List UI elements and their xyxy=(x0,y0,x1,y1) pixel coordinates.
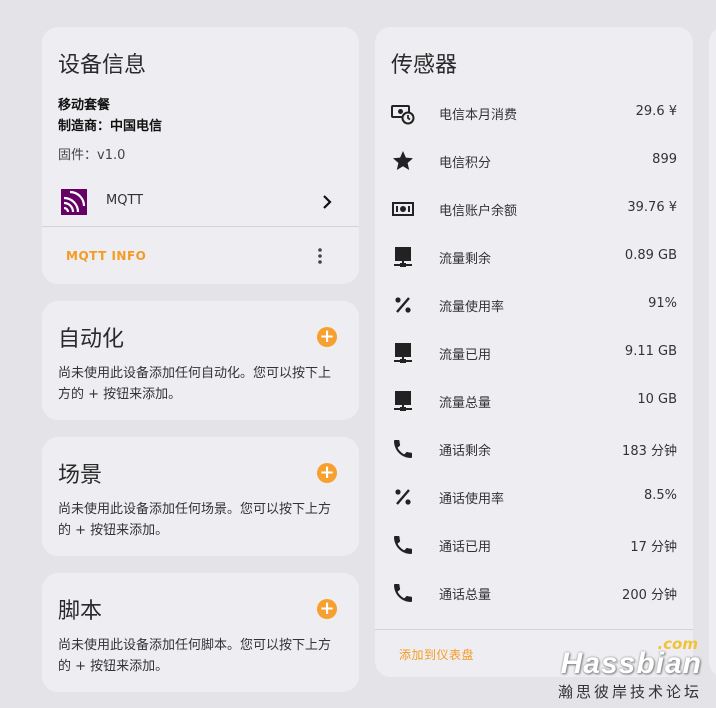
more-vert-icon[interactable] xyxy=(317,247,323,265)
sensor-name: 电信本月消费 xyxy=(439,108,518,123)
sensor-name: 电信账户余额 xyxy=(439,204,518,219)
sensor-name: 电信积分 xyxy=(439,156,492,171)
mqtt-integration-label: MQTT xyxy=(106,193,144,208)
sensor-name: 通话剩余 xyxy=(439,444,492,459)
script-title: 脚本 xyxy=(58,599,103,624)
add-automation-button[interactable]: + xyxy=(317,327,337,347)
sensor-name: 流量剩余 xyxy=(439,252,492,267)
add-to-dashboard-link[interactable]: 添加到仪表盘 xyxy=(399,646,474,663)
phone-icon xyxy=(391,437,415,461)
sensors-title: 传感器 xyxy=(391,53,458,78)
sensor-row[interactable]: 流量使用率 91% xyxy=(375,281,693,329)
watermark-brand: Hassbian xyxy=(560,647,702,680)
automation-description: 尚未使用此设备添加任何自动化。您可以按下上方的 + 按钮来添加。 xyxy=(58,366,332,402)
sensor-row[interactable]: 通话使用率 8.5% xyxy=(375,473,693,521)
hassbian-watermark: .com Hassbian 瀚思彼岸技术论坛 xyxy=(558,635,702,702)
sensor-name: 流量已用 xyxy=(439,348,492,363)
mqtt-icon xyxy=(61,189,87,215)
phone-icon xyxy=(391,581,415,605)
scene-description: 尚未使用此设备添加任何场景。您可以按下上方的 + 按钮来添加。 xyxy=(58,502,332,538)
sensor-row[interactable]: 通话总量 200 分钟 xyxy=(375,569,693,617)
script-description: 尚未使用此设备添加任何脚本。您可以按下上方的 + 按钮来添加。 xyxy=(58,638,332,674)
device-manufacturer: 制造商：中国电信 xyxy=(58,119,163,134)
sensor-row[interactable]: 通话已用 17 分钟 xyxy=(375,521,693,569)
sensor-row[interactable]: 电信积分 899 xyxy=(375,137,693,185)
sensor-name: 通话使用率 xyxy=(439,492,505,507)
sensor-value: 9.11 GB xyxy=(624,344,677,359)
sensor-row[interactable]: 流量已用 9.11 GB xyxy=(375,329,693,377)
percent-icon xyxy=(391,293,415,317)
sensor-name: 流量使用率 xyxy=(439,300,505,315)
sensor-value: 183 分钟 xyxy=(622,444,677,459)
sensor-value: 200 分钟 xyxy=(622,588,677,603)
sensor-value: 17 分钟 xyxy=(630,540,677,555)
plus-icon: + xyxy=(319,598,335,619)
add-script-button[interactable]: + xyxy=(317,599,337,619)
add-scene-button[interactable]: + xyxy=(317,463,337,483)
network-icon xyxy=(391,341,415,365)
device-info-title: 设备信息 xyxy=(58,53,147,78)
cash-clock-icon xyxy=(391,101,415,125)
star-icon xyxy=(391,149,415,173)
sensor-value: 10 GB xyxy=(637,392,677,407)
chevron-right-icon xyxy=(323,195,332,209)
sensor-value: 899 xyxy=(652,152,677,167)
sensor-value: 29.6 ¥ xyxy=(635,104,677,119)
sensor-row[interactable]: 流量剩余 0.89 GB xyxy=(375,233,693,281)
automation-title: 自动化 xyxy=(58,327,125,352)
partial-card-right xyxy=(709,27,716,677)
plus-icon: + xyxy=(319,462,335,483)
sensors-card: 传感器 电信本月消费 29.6 ¥ 电信积分 899 电信账户余额 39.76 ¥ 流量剩余… xyxy=(375,27,693,677)
sensor-value: 39.76 ¥ xyxy=(627,200,677,215)
device-info-card: 设备信息 移动套餐 制造商：中国电信 固件：v1.0 MQTT MQTT INF… xyxy=(42,27,359,284)
phone-icon xyxy=(391,533,415,557)
mqtt-integration-row[interactable]: MQTT xyxy=(42,179,359,225)
watermark-subtitle: 瀚思彼岸技术论坛 xyxy=(557,683,702,701)
device-info-divider xyxy=(42,226,359,227)
sensor-row[interactable]: 流量总量 10 GB xyxy=(375,377,693,425)
sensor-name: 流量总量 xyxy=(439,396,492,411)
sensor-value: 91% xyxy=(648,296,677,311)
plus-icon: + xyxy=(319,326,335,347)
sensor-name: 通话已用 xyxy=(439,540,492,555)
network-icon xyxy=(391,245,415,269)
device-model: 移动套餐 xyxy=(58,98,111,113)
mqtt-info-link[interactable]: MQTT INFO xyxy=(66,249,146,263)
script-card: 脚本 + 尚未使用此设备添加任何脚本。您可以按下上方的 + 按钮来添加。 xyxy=(42,573,359,692)
cash-icon xyxy=(391,197,415,221)
sensor-value: 0.89 GB xyxy=(624,248,677,263)
sensor-name: 通话总量 xyxy=(439,588,492,603)
network-icon xyxy=(391,389,415,413)
sensors-divider xyxy=(375,629,693,630)
sensor-row[interactable]: 电信本月消费 29.6 ¥ xyxy=(375,89,693,137)
scene-card: 场景 + 尚未使用此设备添加任何场景。您可以按下上方的 + 按钮来添加。 xyxy=(42,437,359,556)
sensor-row[interactable]: 通话剩余 183 分钟 xyxy=(375,425,693,473)
scene-title: 场景 xyxy=(58,463,103,488)
device-firmware: 固件：v1.0 xyxy=(58,148,126,163)
sensor-row[interactable]: 电信账户余额 39.76 ¥ xyxy=(375,185,693,233)
automation-card: 自动化 + 尚未使用此设备添加任何自动化。您可以按下上方的 + 按钮来添加。 xyxy=(42,301,359,420)
sensor-value: 8.5% xyxy=(643,488,677,503)
percent-icon xyxy=(391,485,415,509)
